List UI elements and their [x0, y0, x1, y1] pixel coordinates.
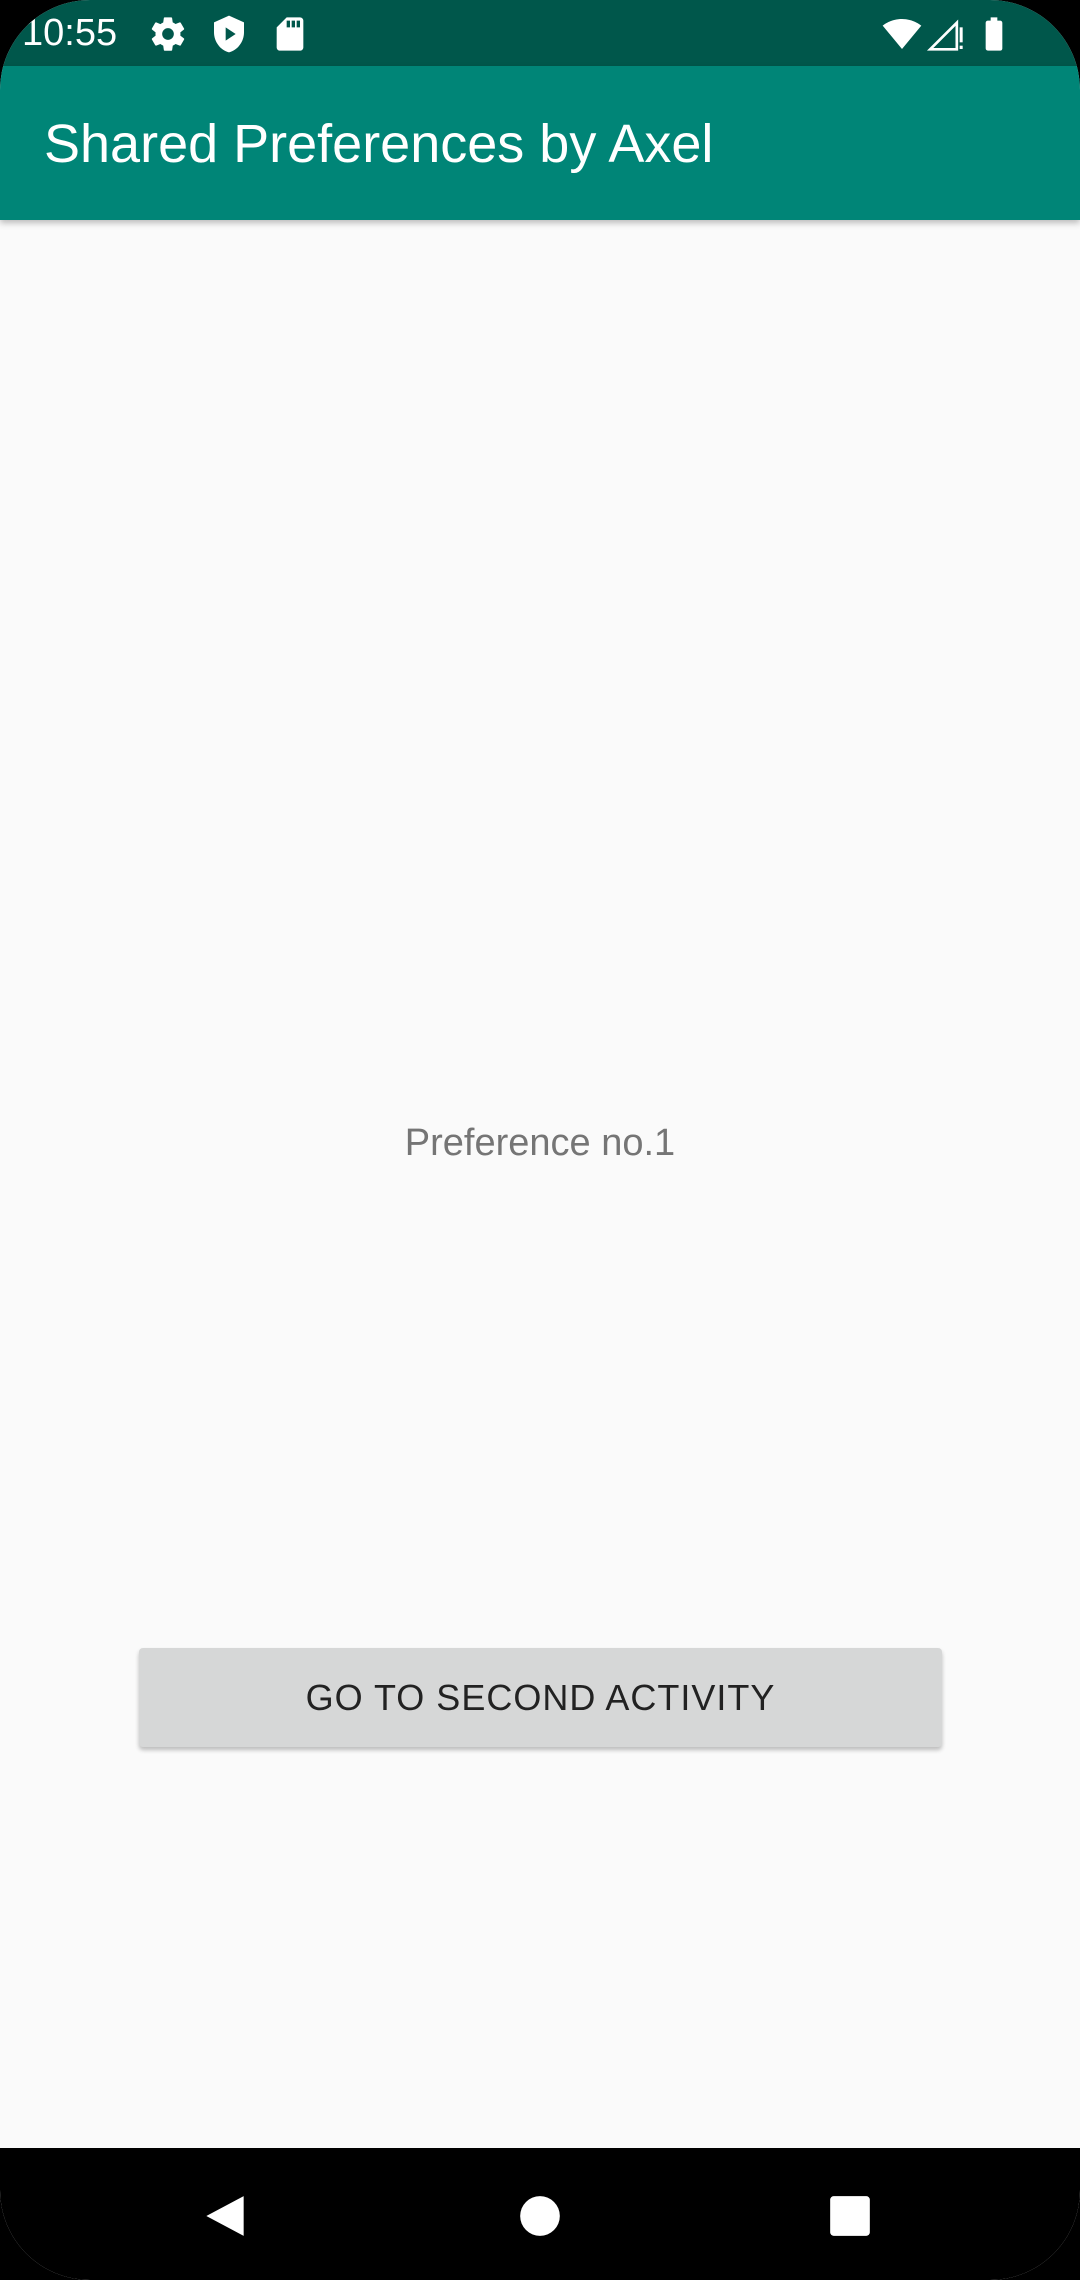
battery-icon — [974, 14, 1014, 54]
main-content: Preference no.1 GO TO SECOND ACTIVITY — [0, 220, 1080, 2148]
gear-icon — [148, 14, 188, 54]
shield-play-icon — [209, 14, 249, 54]
navigation-bar — [0, 2148, 1080, 2280]
status-time: 10:55 — [22, 12, 118, 54]
app-title: Shared Preferences by Axel — [44, 114, 714, 174]
phone-screen: 10:55 Shared Preferences by Axel Prefere… — [0, 0, 1080, 2280]
home-icon[interactable] — [512, 2188, 568, 2244]
app-bar: Shared Preferences by Axel — [0, 66, 1080, 220]
back-icon[interactable] — [197, 2188, 253, 2244]
preference-text: Preference no.1 — [404, 1122, 676, 1164]
sd-card-icon — [270, 14, 310, 54]
wifi-icon — [882, 14, 922, 54]
recents-icon[interactable] — [822, 2188, 878, 2244]
signal-no-service-icon — [926, 14, 966, 54]
go-to-second-activity-button[interactable]: GO TO SECOND ACTIVITY — [139, 1648, 942, 1747]
status-bar: 10:55 — [0, 0, 1080, 66]
